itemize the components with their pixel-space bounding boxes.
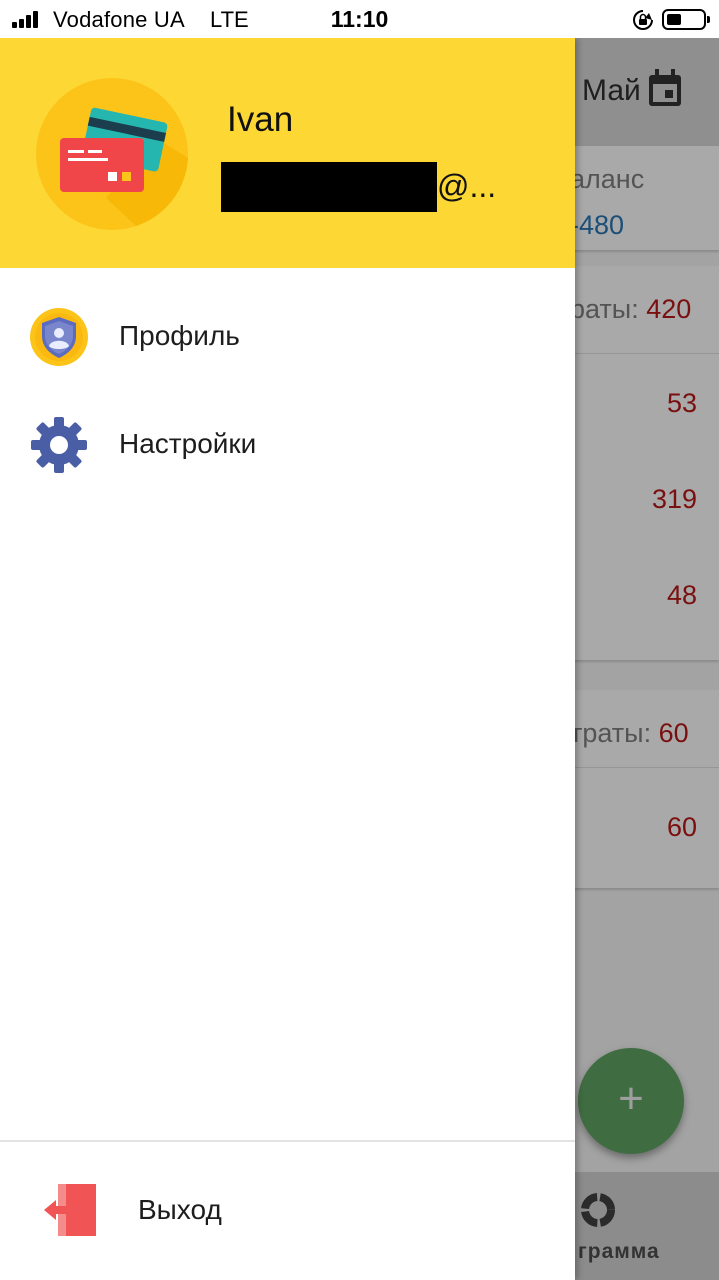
email-redacted (221, 162, 437, 212)
expense-group-label: раты: (570, 294, 647, 324)
user-name: Ivan (227, 100, 294, 139)
wallet-cards-avatar-icon (36, 78, 188, 230)
profile-shield-icon (30, 308, 88, 366)
navigation-drawer: Ivan @... Профиль Настройки Выход (0, 38, 575, 1280)
drawer-header: Ivan @... (0, 38, 575, 268)
divider (0, 1140, 575, 1142)
expense-amount: 319 (651, 484, 697, 514)
calendar-icon[interactable] (648, 69, 682, 107)
expense-group-total: 60 (658, 718, 689, 748)
drawer-item-label: Профиль (119, 320, 240, 351)
expense-amount: 48 (666, 580, 697, 610)
add-expense-button[interactable]: + (578, 1048, 684, 1154)
drawer-item-settings[interactable]: Настройки (0, 396, 575, 492)
drawer-item-label: Настройки (119, 428, 257, 459)
drawer-item-profile[interactable]: Профиль (0, 288, 575, 384)
status-bar: Vodafone UA LTE 11:10 (0, 0, 719, 38)
expense-group-label: траты: (570, 718, 659, 748)
logout-label: Выход (138, 1194, 222, 1225)
plus-icon: + (618, 1074, 644, 1123)
battery-icon (662, 9, 710, 30)
logout-button[interactable]: Выход (0, 1150, 575, 1270)
exit-door-icon (44, 1184, 96, 1236)
rotation-lock-icon (633, 10, 653, 30)
balance-label: аланс (570, 164, 645, 194)
status-time: 11:10 (330, 6, 389, 32)
bottom-nav-label-diagram[interactable]: грамма (578, 1240, 660, 1264)
expense-amount: 53 (666, 388, 697, 418)
gear-icon (31, 417, 87, 473)
month-selector[interactable]: Май (582, 74, 641, 108)
user-email-suffix: @... (437, 168, 497, 204)
donut-chart-icon[interactable] (580, 1192, 616, 1228)
balance-value: -480 (570, 210, 625, 240)
expense-group-total: 420 (646, 294, 692, 324)
expense-amount: 60 (666, 812, 697, 842)
